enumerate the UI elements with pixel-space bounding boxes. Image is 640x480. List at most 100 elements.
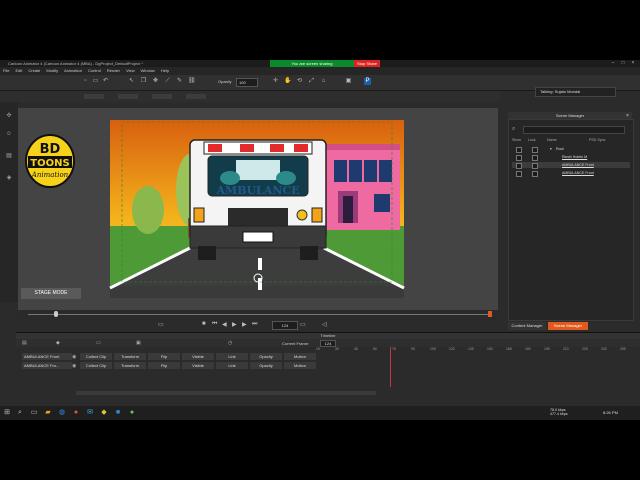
frame-field[interactable]: 124 <box>272 321 298 330</box>
mail-icon[interactable]: ✉ <box>86 409 94 417</box>
stop-share-button[interactable]: Stop Share <box>354 60 380 67</box>
track-link[interactable]: Link <box>216 353 248 360</box>
track-collect-clip[interactable]: Collect Clip <box>80 362 112 369</box>
prev-frame-icon[interactable]: ◀ <box>222 321 227 328</box>
toolbar-chip[interactable] <box>118 94 138 99</box>
stage-viewport[interactable]: AMBULANCE STAGE MODE <box>18 108 498 310</box>
maximize-icon[interactable]: □ <box>618 60 628 67</box>
bone-tool-icon[interactable]: ✣ <box>5 112 13 120</box>
render-icon[interactable]: ▣ <box>345 78 352 85</box>
opacity-field[interactable]: 100 <box>236 78 258 87</box>
scene-row-root[interactable]: ▾ Root <box>512 146 630 153</box>
scene-row[interactable]: AMBULANCE Front <box>512 170 630 177</box>
lock-checkbox[interactable] <box>532 155 538 161</box>
menu-render[interactable]: Render <box>104 67 123 75</box>
undo-icon[interactable]: ↶ <box>102 78 109 85</box>
menu-create[interactable]: Create <box>25 67 43 75</box>
play-icon[interactable]: ▶ <box>232 321 237 328</box>
minimize-icon[interactable]: – <box>608 60 618 67</box>
scene-search-input[interactable] <box>523 126 625 134</box>
scene-row[interactable]: AMBULANCE Front <box>512 162 630 169</box>
browser-icon[interactable]: ◍ <box>58 409 66 417</box>
menu-edit[interactable]: Edit <box>12 67 25 75</box>
track-visible[interactable]: Visible <box>182 362 214 369</box>
track-link[interactable]: Link <box>216 362 248 369</box>
menu-view[interactable]: View <box>123 67 138 75</box>
key-icon[interactable]: ◆ <box>56 340 60 346</box>
next-frame-icon[interactable]: ▶ <box>242 321 247 328</box>
track-visibility-icon[interactable]: ◉ <box>72 363 76 369</box>
pan-icon[interactable]: ✋ <box>284 78 291 85</box>
track-icon[interactable]: ▭ <box>96 340 101 346</box>
lock-checkbox[interactable] <box>532 163 538 169</box>
tab-content-manager[interactable]: Content Manager <box>508 322 546 330</box>
select-icon[interactable]: ↖ <box>128 78 135 85</box>
current-frame-field[interactable]: 124 <box>320 340 336 347</box>
timeline-icon[interactable]: ▭ <box>300 321 306 328</box>
expand-icon[interactable]: ▾ <box>550 146 552 152</box>
camera-icon[interactable]: ⌂ <box>320 78 327 85</box>
track-opacity[interactable]: Opacity <box>250 362 282 369</box>
track-flip[interactable]: Flip <box>148 362 180 369</box>
scene-tool-icon[interactable]: ◈ <box>5 174 13 182</box>
new-icon[interactable]: ▫ <box>82 78 89 85</box>
app-icon[interactable]: ● <box>72 409 80 417</box>
zoom-icon[interactable]: ■ <box>114 409 122 417</box>
menu-animation[interactable]: Animation <box>61 67 85 75</box>
file-explorer-icon[interactable]: ▰ <box>44 409 52 417</box>
menu-file[interactable]: File <box>0 67 12 75</box>
menu-modify[interactable]: Modify <box>43 67 61 75</box>
track-visibility-icon[interactable]: ◉ <box>72 354 76 360</box>
lock-checkbox[interactable] <box>532 171 538 177</box>
task-view-icon[interactable]: ▭ <box>30 409 38 417</box>
frame-slider-handle[interactable] <box>54 311 58 317</box>
layer-tool-icon[interactable]: ▤ <box>5 152 13 160</box>
open-icon[interactable]: ▭ <box>92 78 99 85</box>
track-name[interactable]: AMBULANCE Fro... <box>22 362 72 369</box>
copy-icon[interactable]: ❐ <box>140 78 147 85</box>
show-checkbox[interactable] <box>516 171 522 177</box>
track-collect-clip[interactable]: Collect Clip <box>80 353 112 360</box>
last-frame-icon[interactable]: ⏭ <box>252 321 257 328</box>
toolbar-chip[interactable] <box>186 94 206 99</box>
stop-icon[interactable]: ■ <box>202 321 206 327</box>
cartoon-animator-icon[interactable]: ◆ <box>100 409 108 417</box>
toolbar-chip[interactable] <box>84 94 104 99</box>
show-checkbox[interactable] <box>516 147 522 153</box>
timeline-scrollbar[interactable] <box>76 391 376 395</box>
bone-icon[interactable]: ⟋ <box>164 78 171 85</box>
scale-icon[interactable]: ⤢ <box>308 78 315 85</box>
tab-scene-manager[interactable]: Scene Manager <box>548 322 588 330</box>
track-transform[interactable]: Transform <box>114 362 146 369</box>
menu-help[interactable]: Help <box>158 67 172 75</box>
stage-mode-button[interactable]: STAGE MODE <box>21 288 81 299</box>
scene-row[interactable]: Ricshi Holeto M <box>512 154 630 161</box>
volume-icon[interactable]: ◁ <box>322 321 327 328</box>
close-icon[interactable]: × <box>628 60 638 67</box>
app-icon[interactable]: ● <box>128 409 136 417</box>
track-motion[interactable]: Motion <box>284 353 316 360</box>
rotate-icon[interactable]: ⟲ <box>296 78 303 85</box>
frame-slider-end[interactable] <box>488 311 492 317</box>
track-opacity[interactable]: Opacity <box>250 353 282 360</box>
toolbar-chip[interactable] <box>152 94 172 99</box>
lock-checkbox[interactable] <box>532 147 538 153</box>
pen-icon[interactable]: ✎ <box>176 78 183 85</box>
filter-icon[interactable]: ▤ <box>22 340 27 346</box>
loop-icon[interactable]: ▭ <box>158 321 164 328</box>
start-icon[interactable]: ⊞ <box>3 409 11 417</box>
search-icon[interactable]: ⌕ <box>16 409 24 417</box>
track-motion[interactable]: Motion <box>284 362 316 369</box>
track-flip[interactable]: Flip <box>148 353 180 360</box>
track-transform[interactable]: Transform <box>114 353 146 360</box>
transform-icon[interactable]: ✥ <box>152 78 159 85</box>
move-icon[interactable]: ✛ <box>272 78 279 85</box>
photoshop-icon[interactable]: P <box>364 78 371 85</box>
link-icon[interactable]: ⛓ <box>188 78 196 85</box>
track-name[interactable]: AMBULANCE Front <box>22 353 72 360</box>
menu-control[interactable]: Control <box>85 67 104 75</box>
track-visible[interactable]: Visible <box>182 353 214 360</box>
show-checkbox[interactable] <box>516 163 522 169</box>
clock-icon[interactable]: ◷ <box>228 340 232 346</box>
clip-icon[interactable]: ▣ <box>136 340 141 346</box>
